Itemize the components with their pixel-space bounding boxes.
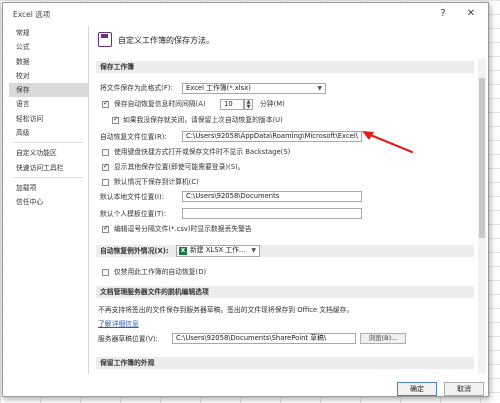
exception-workbook-dropdown[interactable]: X 新建 XLSX 工作... ▼	[176, 245, 260, 257]
autorecover-label: 保存自动恢复信息时间间隔(A)	[114, 100, 206, 108]
keep-last-version-checkbox[interactable]	[112, 115, 119, 124]
section-offline-editing: 文档管理服务器文件的脱机编辑选项	[96, 286, 474, 298]
cancel-button[interactable]: 取消	[444, 382, 484, 396]
sidebar-item-add-ins[interactable]: 加载项	[9, 181, 88, 195]
sidebar-item-language[interactable]: 语言	[9, 97, 88, 111]
learn-more-link[interactable]: 了解详细信息	[98, 318, 139, 328]
sidebar-item-trust-center[interactable]: 信任中心	[9, 195, 88, 209]
save-format-value: Excel 工作簿(*.xlsx)	[186, 84, 251, 92]
close-icon[interactable]: ✕	[460, 5, 482, 22]
no-backstage-checkbox[interactable]	[102, 149, 109, 156]
chevron-down-icon: ▼	[251, 247, 256, 254]
section-preserve-appearance: 保留工作簿的外观	[96, 357, 474, 369]
excel-icon: X	[179, 247, 187, 255]
autorecover-location-label: 自动恢复文件位置(R):	[100, 133, 167, 141]
disable-autorecover-label: 仅禁用此工作簿的自动恢复(D)	[114, 268, 207, 276]
excel-options-dialog: Excel 选项 ? ✕ 常规 公式 数据 校对 保存 语言 轻松访问 高级 自…	[2, 2, 489, 397]
show-more-locations-label: 显示其他保存位置(即使可能需要登录)(S)。	[114, 163, 245, 171]
show-more-locations-checkbox[interactable]	[102, 162, 109, 171]
save-format-dropdown[interactable]: Excel 工作簿(*.xlsx) ▼	[182, 83, 326, 94]
default-local-location-input[interactable]: C:\Users\92058\Documents	[182, 191, 362, 202]
keep-last-version-label: 如果我没保存就关闭，请保留上次自动恢复的版本(U)	[123, 116, 283, 124]
options-sidebar: 常规 公式 数据 校对 保存 语言 轻松访问 高级 自定义功能区 快速访问工具栏…	[9, 26, 89, 374]
save-format-label: 将文件保存为此格式(F):	[100, 84, 173, 92]
help-icon[interactable]: ?	[432, 5, 454, 22]
save-options-panel: 自定义工作簿的保存方法。 保存工作簿 将文件保存为此格式(F): Excel 工…	[92, 26, 478, 374]
offline-description: 不再支持将签出的文件保存到服务器草稿。签出的文件现将保存到 Office 文档缓…	[98, 306, 354, 314]
section-autorecover-exceptions: 自动恢复例外情况(X):	[96, 245, 474, 257]
default-local-location-label: 默认本地文件位置(I):	[100, 193, 164, 201]
server-drafts-input[interactable]: C:\Users\92058\Documents\SharePoint 草稿\	[172, 333, 356, 344]
default-template-location-input[interactable]	[182, 208, 362, 219]
autorecover-checkbox[interactable]	[102, 99, 109, 108]
panel-scrollbar[interactable]	[478, 58, 486, 374]
ok-button[interactable]: 确定	[397, 382, 437, 396]
sidebar-item-quick-access-toolbar[interactable]: 快速访问工具栏	[9, 161, 88, 175]
exception-workbook-value: 新建 XLSX 工作...	[190, 246, 246, 254]
sidebar-item-proofing[interactable]: 校对	[9, 69, 88, 83]
sidebar-item-general[interactable]: 常规	[9, 26, 88, 40]
sidebar-item-advanced[interactable]: 高级	[9, 126, 88, 140]
sidebar-divider	[13, 142, 84, 144]
minutes-label: 分钟(M)	[260, 100, 285, 108]
dialog-title: Excel 选项	[13, 10, 51, 19]
browse-button[interactable]: 浏览(B)...	[360, 333, 406, 344]
panel-header-text: 自定义工作簿的保存方法。	[118, 36, 214, 45]
save-to-computer-label: 默认情况下保存到计算机(C)	[114, 178, 199, 186]
csv-warning-checkbox[interactable]	[102, 224, 109, 233]
sidebar-item-customize-ribbon[interactable]: 自定义功能区	[9, 146, 88, 160]
sidebar-item-accessibility[interactable]: 轻松访问	[9, 112, 88, 126]
minutes-spinner[interactable]: ▲ ▼	[244, 99, 253, 110]
autorecover-minutes-input[interactable]: 10	[220, 99, 244, 110]
autorecover-location-input[interactable]: C:\Users\92058\AppData\Roaming\Microsoft…	[182, 131, 362, 142]
title-bar: Excel 选项 ? ✕	[3, 3, 488, 25]
sidebar-item-save[interactable]: 保存	[9, 83, 88, 98]
chevron-down-icon: ▼	[317, 85, 322, 92]
server-drafts-label: 服务器草稿位置(V):	[98, 335, 158, 343]
section-save-workbooks: 保存工作簿	[96, 61, 474, 73]
sidebar-divider	[13, 176, 84, 178]
sidebar-item-formulas[interactable]: 公式	[9, 40, 88, 54]
default-template-location-label: 默认个人模板位置(T):	[100, 210, 167, 218]
csv-warning-label: 编辑逗号分隔文件(*.csv)时显示数据丢失警告	[114, 225, 252, 233]
autorecover-exceptions-label: 自动恢复例外情况(X):	[100, 247, 169, 255]
sidebar-item-data[interactable]: 数据	[9, 55, 88, 69]
save-to-computer-checkbox[interactable]	[102, 179, 109, 186]
no-backstage-label: 使用键盘快捷方式打开或保存文件时不显示 Backstage(S)	[114, 148, 291, 156]
disable-autorecover-checkbox[interactable]	[102, 269, 109, 276]
save-icon	[98, 32, 112, 47]
scrollbar-thumb[interactable]	[479, 78, 485, 238]
